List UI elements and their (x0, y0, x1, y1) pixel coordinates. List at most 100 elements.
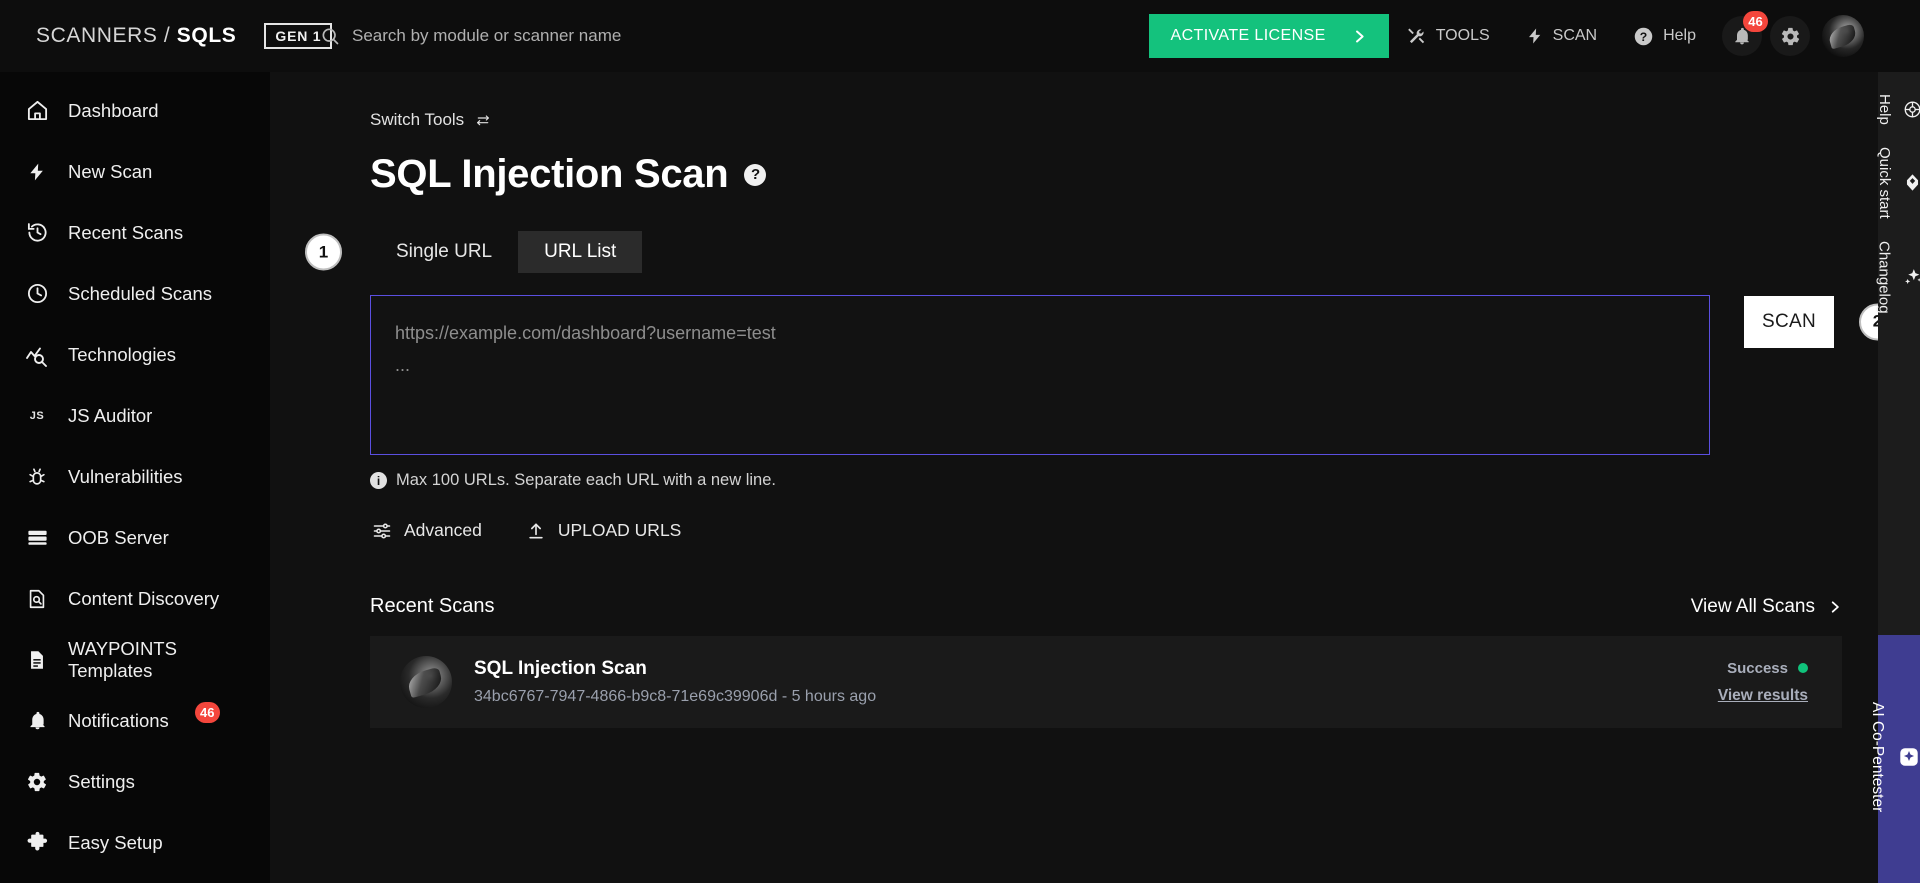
help-label: Help (1663, 27, 1696, 44)
rail-changelog-label: Changelog (1875, 240, 1893, 314)
sidebar-item-dashboard[interactable]: Dashboard (0, 80, 270, 141)
brand-prefix: SCANNERS / (36, 24, 177, 47)
bug-icon (24, 466, 50, 488)
ai-co-pentester-label: AI Co-Pentester (1869, 701, 1886, 813)
activate-license-label: ACTIVATE LICENSE (1170, 27, 1326, 44)
status-label: Success (1727, 659, 1788, 677)
sidebar-item-easy-setup[interactable]: Easy Setup (0, 812, 270, 873)
rocket-icon (1903, 173, 1920, 192)
sidebar-item-settings[interactable]: Settings (0, 751, 270, 812)
server-icon (24, 526, 50, 549)
url-list-textarea[interactable] (370, 295, 1710, 455)
puzzle-icon (24, 831, 50, 854)
home-icon (24, 99, 50, 122)
activate-license-button[interactable]: ACTIVATE LICENSE (1148, 14, 1389, 58)
view-results-link[interactable]: View results (1718, 687, 1808, 705)
sidebar: Dashboard New Scan Recent Scans Schedule… (0, 72, 270, 883)
user-avatar[interactable] (1822, 15, 1864, 57)
sliders-icon (372, 521, 392, 541)
view-all-scans-label: View All Scans (1690, 595, 1815, 617)
tools-label: TOOLS (1435, 27, 1490, 44)
sidebar-item-vulnerabilities[interactable]: Vulnerabilities (0, 446, 270, 507)
js-icon: JS (29, 409, 45, 422)
sidebar-item-content-discovery[interactable]: Content Discovery (0, 568, 270, 629)
step-badge-1: 1 (305, 233, 342, 271)
rail-item-changelog[interactable]: Changelog (1875, 219, 1920, 314)
sidebar-item-scheduled-scans[interactable]: Scheduled Scans (0, 263, 270, 324)
status-badge: Success (1727, 660, 1808, 677)
sidebar-item-waypoints-templates[interactable]: WAYPOINTS Templates (0, 629, 270, 690)
view-all-scans-link[interactable]: View All Scans (1691, 596, 1842, 618)
top-header: SCANNERS / SQLS GEN 1 ACTIVATE LICENSE T… (0, 0, 1920, 72)
sidebar-item-recent-scans[interactable]: Recent Scans (0, 202, 270, 263)
info-icon: i (370, 472, 387, 489)
tab-single-url[interactable]: Single URL (370, 231, 518, 273)
help-menu[interactable]: ? Help (1615, 26, 1714, 47)
brand[interactable]: SCANNERS / SQLS GEN 1 (22, 19, 333, 53)
title-help-icon[interactable]: ? (744, 163, 767, 186)
secondary-actions: Advanced UPLOAD URLS (370, 514, 1878, 547)
history-icon (24, 221, 50, 244)
recent-scans-header: Recent Scans View All Scans (370, 595, 1842, 618)
chevron-right-icon (1828, 599, 1842, 615)
switch-tools-button[interactable]: Switch Tools (370, 110, 492, 130)
status-dot-icon (1798, 663, 1808, 673)
advanced-button[interactable]: Advanced (370, 514, 484, 547)
rail-help-label: Help (1876, 94, 1893, 125)
svg-text:?: ? (1640, 29, 1647, 43)
scan-menu[interactable]: SCAN (1508, 26, 1615, 46)
bell-icon (24, 710, 50, 731)
sidebar-label: Scheduled Scans (68, 282, 212, 304)
search-bar[interactable] (320, 26, 1149, 46)
sidebar-label: Technologies (68, 343, 176, 365)
scan-button[interactable]: SCAN (1744, 296, 1834, 348)
url-input-row: SCAN 2 (370, 295, 1878, 455)
ai-co-pentester-button[interactable]: AI Co-Pentester (1869, 635, 1920, 883)
help-circle-icon (1903, 100, 1920, 119)
file-search-icon (24, 588, 50, 610)
gear-icon (1780, 26, 1801, 47)
sidebar-item-technologies[interactable]: Technologies (0, 324, 270, 385)
sidebar-label: Content Discovery (68, 587, 220, 609)
search-input[interactable] (352, 26, 772, 46)
app-root: SCANNERS / SQLS GEN 1 ACTIVATE LICENSE T… (0, 0, 1920, 883)
url-hint-text: Max 100 URLs. Separate each URL with a n… (396, 471, 776, 489)
scan-meta: 34bc6767-7947-4866-b9c8-71e69c39906d - 5… (474, 688, 877, 705)
brand-title: SCANNERS / SQLS (36, 24, 236, 48)
sidebar-label: WAYPOINTS Templates (68, 637, 177, 681)
upload-urls-button[interactable]: UPLOAD URLS (524, 514, 684, 547)
notifications-button[interactable]: 46 (1722, 11, 1768, 56)
advanced-label: Advanced (404, 520, 482, 540)
tab-url-list[interactable]: URL List (518, 231, 643, 273)
tabs: 1 Single URL URL List (305, 231, 1878, 273)
bolt-icon (24, 160, 50, 184)
sidebar-notifications-badge: 46 (194, 702, 220, 723)
rail-item-help[interactable]: Help (1876, 72, 1920, 125)
recent-scan-row[interactable]: SQL Injection Scan 34bc6767-7947-4866-b9… (370, 636, 1842, 728)
chart-search-icon (24, 343, 50, 367)
sidebar-item-oob-server[interactable]: OOB Server (0, 507, 270, 568)
sidebar-label: Dashboard (68, 99, 159, 121)
scan-status-group: Success View results (1718, 660, 1808, 705)
help-circle-icon: ? (1633, 26, 1654, 47)
brand-name: SQLS (176, 24, 237, 47)
sidebar-item-js-auditor[interactable]: JS JS Auditor (0, 385, 270, 446)
ai-sparkle-icon (1898, 746, 1920, 768)
sparkle-icon (1903, 267, 1920, 287)
upload-icon (526, 521, 546, 541)
tools-icon (1407, 26, 1427, 46)
main-content: Switch Tools SQL Injection Scan ? 1 Sing… (270, 72, 1878, 883)
clock-icon (24, 282, 50, 305)
sidebar-label: New Scan (68, 160, 153, 182)
scan-name: SQL Injection Scan (474, 658, 647, 679)
settings-button[interactable] (1770, 16, 1810, 56)
sidebar-item-notifications[interactable]: Notifications 46 (0, 690, 270, 751)
rail-item-quick-start[interactable]: Quick start (1876, 125, 1920, 219)
sidebar-label: JS Auditor (68, 404, 153, 426)
header-actions: ACTIVATE LICENSE TOOLS SCAN ? Help 46 (1148, 11, 1920, 58)
sidebar-item-new-scan[interactable]: New Scan (0, 141, 270, 202)
page-title-text: SQL Injection Scan (370, 152, 729, 196)
tools-menu[interactable]: TOOLS (1389, 26, 1508, 46)
chevron-right-icon (1352, 29, 1367, 44)
notifications-badge: 46 (1743, 11, 1768, 32)
